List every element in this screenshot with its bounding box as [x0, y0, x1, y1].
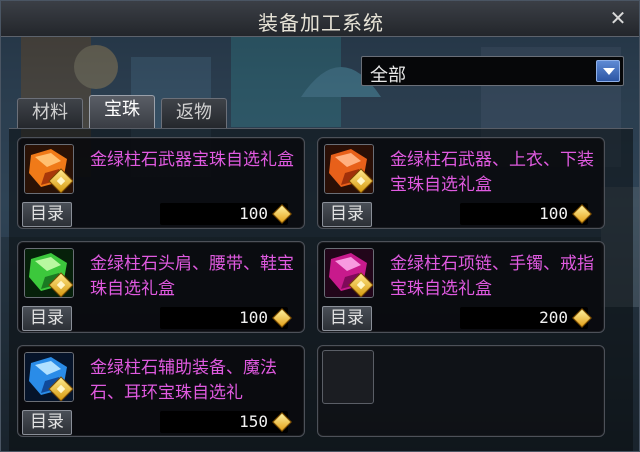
item-card[interactable]: 金绿柱石头肩、腰带、鞋宝珠自选礼盒 目录 100 — [17, 241, 305, 333]
item-list-panel: 金绿柱石武器宝珠自选礼盒 目录 100 金绿柱石武器、上衣、下装宝珠自选礼盒 目… — [9, 128, 633, 451]
crafting-window: 装备加工系统 ✕ 全部 材料 宝珠 返物 金绿柱石武器宝珠自选礼盒 目录 100… — [0, 0, 640, 452]
catalog-button[interactable]: 目录 — [22, 202, 72, 227]
item-icon-slot[interactable] — [324, 248, 374, 298]
close-button[interactable]: ✕ — [607, 7, 629, 29]
item-price: 100 — [460, 203, 592, 225]
item-card[interactable]: 金绿柱石武器、上衣、下装宝珠自选礼盒 目录 100 — [317, 137, 605, 229]
item-name: 金绿柱石武器、上衣、下装宝珠自选礼盒 — [390, 150, 594, 195]
chevron-down-icon[interactable] — [596, 60, 620, 82]
category-filter-dropdown[interactable]: 全部 — [361, 56, 624, 86]
catalog-button[interactable]: 目录 — [22, 306, 72, 331]
item-name: 金绿柱石武器宝珠自选礼盒 — [90, 150, 294, 170]
price-value: 100 — [239, 204, 268, 223]
coin-icon — [272, 412, 292, 432]
price-value: 100 — [239, 308, 268, 327]
item-card[interactable]: 金绿柱石辅助装备、魔法石、耳环宝珠自选礼 目录 150 — [17, 345, 305, 437]
item-card[interactable]: 金绿柱石武器宝珠自选礼盒 目录 100 — [17, 137, 305, 229]
tab-returns[interactable]: 返物 — [161, 98, 227, 128]
close-icon: ✕ — [609, 6, 627, 30]
coin-icon — [572, 204, 592, 224]
tab-gems[interactable]: 宝珠 — [89, 95, 155, 128]
tab-materials[interactable]: 材料 — [17, 98, 83, 128]
price-value: 100 — [539, 204, 568, 223]
empty-icon-slot — [322, 350, 374, 404]
item-price: 100 — [160, 307, 292, 329]
item-icon-slot[interactable] — [24, 144, 74, 194]
catalog-button[interactable]: 目录 — [322, 202, 372, 227]
coin-icon — [272, 204, 292, 224]
item-card[interactable]: 金绿柱石项链、手镯、戒指宝珠自选礼盒 目录 200 — [317, 241, 605, 333]
item-price: 150 — [160, 411, 292, 433]
price-value: 200 — [539, 308, 568, 327]
item-price: 100 — [160, 203, 292, 225]
item-icon-slot[interactable] — [24, 248, 74, 298]
window-title: 装备加工系统 — [258, 11, 384, 35]
category-filter-value: 全部 — [370, 65, 406, 86]
empty-item-card — [317, 345, 605, 437]
title-bar[interactable]: 装备加工系统 ✕ — [1, 1, 639, 37]
item-name: 金绿柱石头肩、腰带、鞋宝珠自选礼盒 — [90, 254, 294, 299]
item-price: 200 — [460, 307, 592, 329]
item-name: 金绿柱石辅助装备、魔法石、耳环宝珠自选礼 — [90, 358, 277, 403]
catalog-button[interactable]: 目录 — [22, 410, 72, 435]
coin-icon — [572, 308, 592, 328]
coin-icon — [272, 308, 292, 328]
item-icon-slot[interactable] — [324, 144, 374, 194]
price-value: 150 — [239, 412, 268, 431]
catalog-button[interactable]: 目录 — [322, 306, 372, 331]
item-icon-slot[interactable] — [24, 352, 74, 402]
item-name: 金绿柱石项链、手镯、戒指宝珠自选礼盒 — [390, 254, 594, 299]
